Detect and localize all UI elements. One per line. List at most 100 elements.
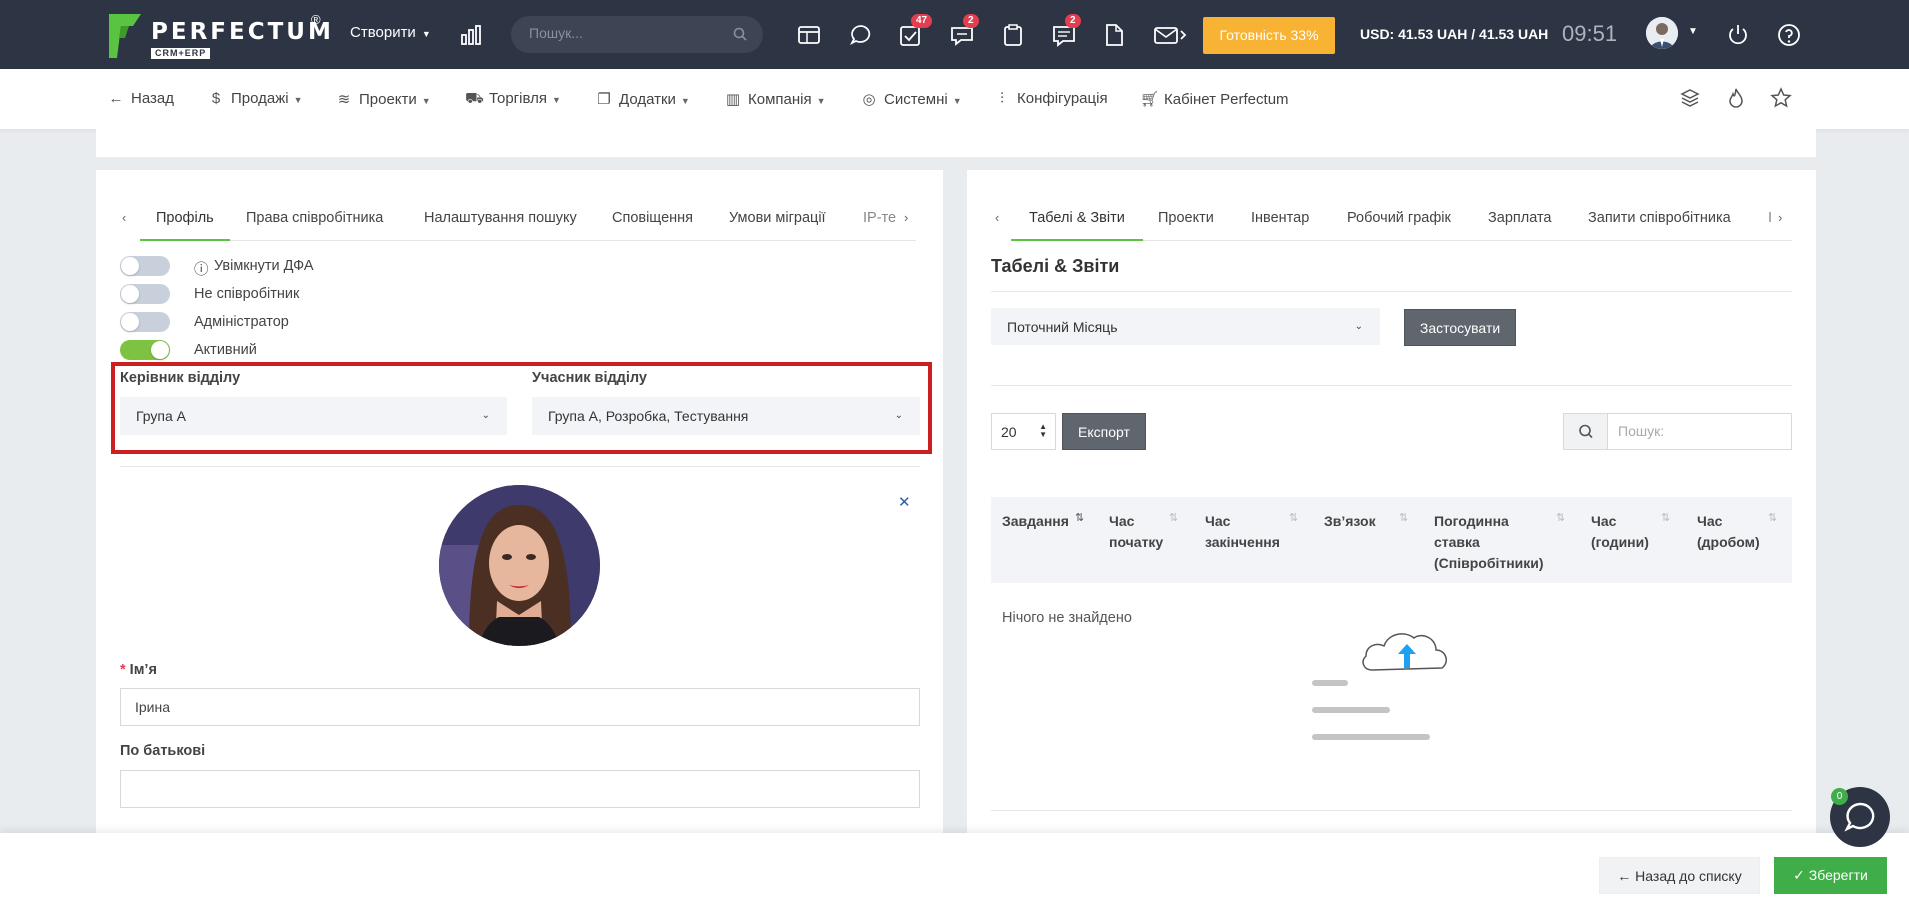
dollar-icon: $ xyxy=(211,90,221,107)
main-nav: ← Назад $ Продажі ▼ ≋ Проекти ▼ ⛟ Торгівля ▼ ❐ Д… xyxy=(0,69,1909,129)
statistics-icon[interactable] xyxy=(460,24,482,46)
power-icon[interactable] xyxy=(1725,22,1751,48)
sort-icon[interactable]: ⇅ xyxy=(1661,511,1670,524)
col-end-time[interactable]: Час закінчення xyxy=(1205,511,1285,553)
toggle-active[interactable] xyxy=(120,340,170,360)
sort-icon[interactable]: ⇅ xyxy=(1399,511,1408,524)
nav-sales[interactable]: $ Продажі ▼ xyxy=(207,90,303,107)
apply-button[interactable]: Застосувати xyxy=(1404,309,1516,346)
perfectum-logo[interactable]: PERFECTUM ® CRM+ERP xyxy=(107,12,331,60)
profile-photo[interactable] xyxy=(439,485,600,646)
col-relation[interactable]: Зв’язок xyxy=(1324,511,1376,532)
table-search-input[interactable] xyxy=(1618,423,1778,439)
dept-member-label: Учасник відділу xyxy=(532,370,647,386)
nav-company[interactable]: ▥ Компанія ▼ xyxy=(724,90,826,108)
table-footer-divider xyxy=(991,810,1792,811)
toggle-knob xyxy=(151,341,169,359)
star-icon[interactable] xyxy=(1770,87,1792,109)
first-name-input[interactable] xyxy=(135,699,854,715)
global-search-input[interactable] xyxy=(529,25,729,41)
tab-more[interactable]: І xyxy=(1768,196,1772,241)
nav-back[interactable]: ← Назад xyxy=(107,90,174,107)
help-icon[interactable] xyxy=(1776,22,1802,48)
notes-button[interactable]: 2 xyxy=(1051,14,1081,48)
tab-work-schedule[interactable]: Робочий графік xyxy=(1347,196,1451,241)
table-search[interactable] xyxy=(1563,413,1792,450)
sort-icon[interactable]: ⇅ xyxy=(1768,511,1777,524)
bottom-action-bar: ← Назад до списку ✓ Зберегти xyxy=(0,833,1909,918)
nav-back-label: Назад xyxy=(131,90,174,107)
toggle-admin[interactable] xyxy=(120,312,170,332)
tab-projects[interactable]: Проекти xyxy=(1158,196,1214,241)
tasks-button[interactable]: 47 xyxy=(897,14,933,48)
tab-inventory[interactable]: Інвентар xyxy=(1251,196,1309,241)
sort-icon[interactable]: ⇅ xyxy=(1289,511,1298,524)
messages-badge: 2 xyxy=(963,14,979,28)
tab-search-settings[interactable]: Налаштування пошуку xyxy=(424,196,577,241)
clipboard-icon[interactable] xyxy=(1000,22,1026,48)
nav-system[interactable]: ◎ Системні ▼ xyxy=(860,90,961,108)
toggle-2fa[interactable] xyxy=(120,256,170,276)
global-search[interactable] xyxy=(511,16,763,53)
stack-icon[interactable] xyxy=(1679,87,1701,109)
collapsed-header-card xyxy=(96,129,1816,157)
tabs-prev-icon[interactable]: ‹ xyxy=(122,210,126,225)
col-task[interactable]: Завдання xyxy=(1002,511,1069,532)
tab-employee-rights[interactable]: Права співробітника xyxy=(246,196,383,241)
nav-company-label: Компанія xyxy=(748,91,812,108)
period-select[interactable]: Поточний Місяць ⌄ xyxy=(991,308,1380,345)
nav-cabinet[interactable]: 🛒︎ Кабінет Perfectum xyxy=(1140,90,1289,108)
sort-desc-icon[interactable]: ⇅ xyxy=(1075,511,1084,524)
mail-icon[interactable] xyxy=(1153,22,1189,48)
sort-icon[interactable]: ⇅ xyxy=(1169,511,1178,524)
tab-timesheets-reports[interactable]: Табелі & Звіти xyxy=(1011,196,1143,241)
tab-profile[interactable]: Профіль xyxy=(140,196,230,241)
nav-config[interactable]: ⫶ Конфігурація xyxy=(993,90,1108,107)
tab-employee-requests[interactable]: Запити співробітника xyxy=(1588,196,1731,241)
sort-icon[interactable]: ⇅ xyxy=(1556,511,1565,524)
nav-config-label: Конфігурація xyxy=(1017,90,1108,107)
patronymic-input[interactable] xyxy=(135,781,854,797)
page-size-value: 20 xyxy=(1001,424,1017,440)
arrow-left-icon: ← xyxy=(108,90,124,107)
dept-head-select[interactable]: Група А ⌄ xyxy=(120,397,507,435)
col-decimal[interactable]: Час (дробом) xyxy=(1697,511,1765,553)
page-size-select[interactable]: 20 ▲ ▼ xyxy=(991,413,1056,450)
nav-trade[interactable]: ⛟ Торгівля ▼ xyxy=(465,90,561,109)
user-avatar[interactable] xyxy=(1646,17,1678,49)
first-name-field[interactable] xyxy=(120,688,920,726)
calendar-table-icon[interactable] xyxy=(796,22,822,48)
save-button[interactable]: ✓ Зберегти xyxy=(1774,857,1887,894)
tabs-next-icon[interactable]: › xyxy=(904,210,908,225)
export-button[interactable]: Експорт xyxy=(1062,413,1146,450)
patronymic-field[interactable] xyxy=(120,770,920,808)
chat-bubble-icon[interactable] xyxy=(848,22,874,48)
tab-salary[interactable]: Зарплата xyxy=(1488,196,1552,241)
chevron-down-icon: ⌄ xyxy=(1354,321,1363,332)
support-chat-button[interactable]: 0 xyxy=(1830,787,1890,847)
search-icon[interactable] xyxy=(733,27,747,41)
tab-ip[interactable]: IP-те xyxy=(863,196,896,241)
tabs-prev-icon[interactable]: ‹ xyxy=(995,210,999,225)
nav-addons[interactable]: ❐ Додатки ▼ xyxy=(595,90,690,108)
remove-photo-icon[interactable]: ✕ xyxy=(898,493,911,511)
col-hours[interactable]: Час (години) xyxy=(1591,511,1651,553)
messages-button[interactable]: 2 xyxy=(949,14,979,48)
tab-migration-terms[interactable]: Умови міграції xyxy=(729,196,826,241)
toggle-label-active: Активний xyxy=(194,342,257,358)
dept-member-select[interactable]: Група А, Розробка, Тестування ⌄ xyxy=(532,397,920,435)
back-to-list-button[interactable]: ← Назад до списку xyxy=(1599,857,1760,894)
col-hourly-rate[interactable]: Погодинна ставка (Співробітники) xyxy=(1434,511,1549,574)
nav-projects[interactable]: ≋ Проекти ▼ xyxy=(335,90,431,108)
back-to-list-label: Назад до списку xyxy=(1635,868,1742,884)
readiness-button[interactable]: Готовність 33% xyxy=(1203,17,1335,54)
document-icon[interactable] xyxy=(1101,22,1127,48)
tabs-next-icon[interactable]: › xyxy=(1778,210,1782,225)
user-menu-chevron-icon[interactable]: ▼ xyxy=(1688,26,1698,37)
empty-state-text: Нічого не знайдено xyxy=(1002,610,1132,626)
toggle-not-employee[interactable] xyxy=(120,284,170,304)
fire-icon[interactable] xyxy=(1725,87,1747,109)
required-mark: * xyxy=(120,662,130,678)
tab-notifications[interactable]: Сповіщення xyxy=(612,196,693,241)
create-menu-button[interactable]: Створити ▼ xyxy=(350,24,431,41)
